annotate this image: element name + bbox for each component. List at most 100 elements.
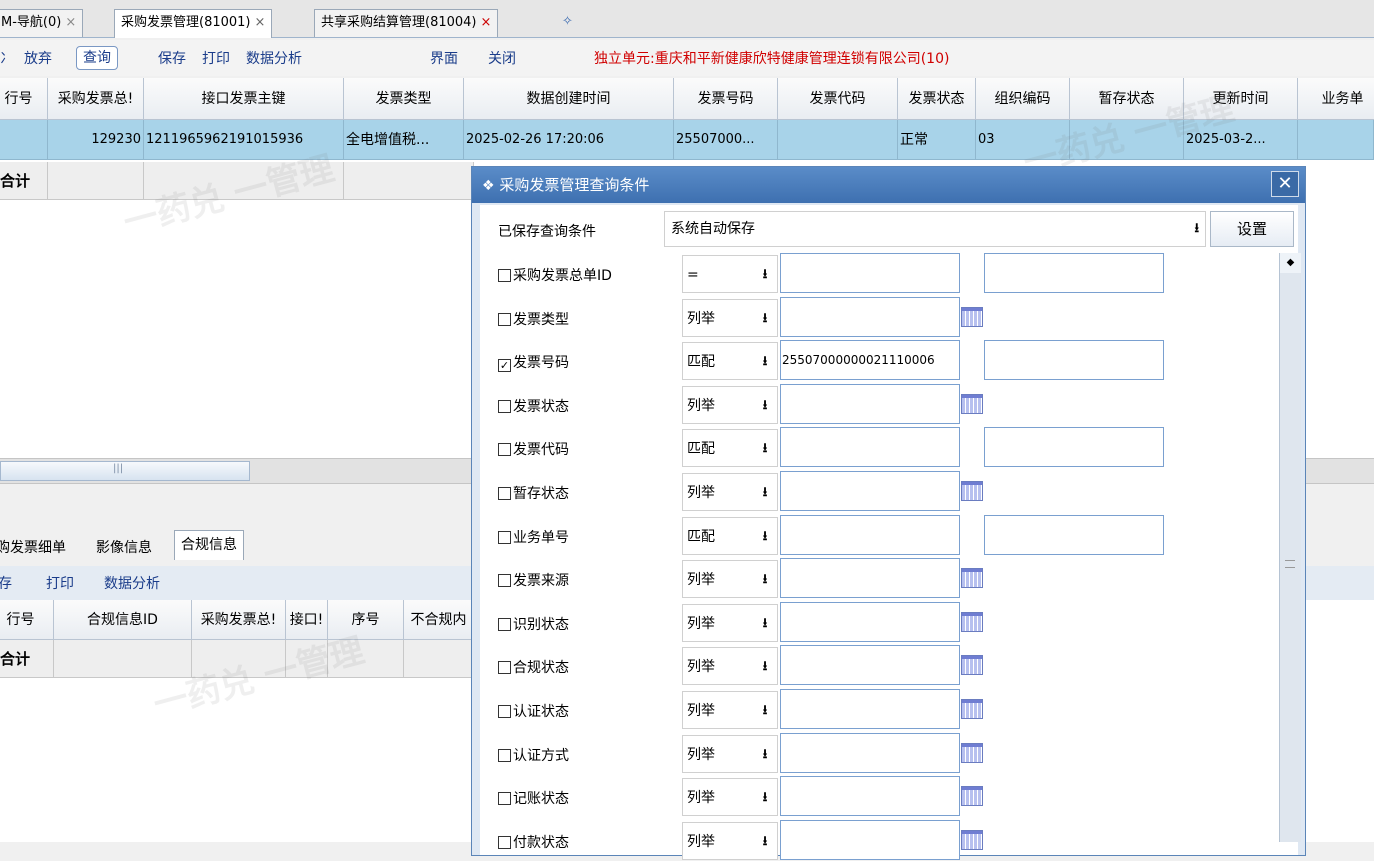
picker-grid-icon[interactable] bbox=[961, 481, 983, 501]
checkbox-icon[interactable] bbox=[498, 705, 511, 718]
checkbox-icon[interactable] bbox=[498, 313, 511, 326]
operator-select[interactable]: 匹配 ⭳ bbox=[682, 517, 778, 555]
checkbox-icon[interactable] bbox=[498, 574, 511, 587]
condition-checkbox-label[interactable]: 采购发票总单ID bbox=[498, 265, 612, 285]
checkbox-icon[interactable] bbox=[498, 792, 511, 805]
condition-checkbox-label[interactable]: 合规状态 bbox=[498, 657, 569, 677]
dropdown-arrow-icon[interactable]: ⭳ bbox=[755, 692, 775, 730]
condition-range-input[interactable] bbox=[984, 340, 1164, 380]
checkbox-icon[interactable] bbox=[498, 836, 511, 849]
column-header[interactable]: 数据创建时间 bbox=[464, 78, 674, 120]
column-header[interactable]: 组织编码 bbox=[976, 78, 1070, 120]
operator-select[interactable]: 列举 ⭳ bbox=[682, 822, 778, 860]
picker-grid-icon[interactable] bbox=[961, 655, 983, 675]
column-header[interactable]: 合规信息ID bbox=[54, 600, 192, 640]
column-header[interactable]: 不合规内 bbox=[404, 600, 474, 640]
condition-value-input[interactable] bbox=[780, 820, 960, 860]
tab-image-info[interactable]: 影像信息 bbox=[96, 534, 152, 564]
condition-checkbox-label[interactable]: 发票类型 bbox=[498, 309, 569, 329]
condition-range-input[interactable] bbox=[984, 515, 1164, 555]
condition-checkbox-label[interactable]: 付款状态 bbox=[498, 832, 569, 852]
tab-purchase-invoice[interactable]: 采购发票管理(81001) × bbox=[114, 9, 273, 38]
condition-checkbox-label[interactable]: 发票代码 bbox=[498, 439, 569, 459]
condition-checkbox-label[interactable]: ✓ 发票号码 bbox=[498, 352, 569, 372]
column-header[interactable]: 发票状态 bbox=[898, 78, 976, 120]
dropdown-arrow-icon[interactable]: ⭳ bbox=[755, 561, 775, 599]
picker-grid-icon[interactable] bbox=[961, 307, 983, 327]
abandon-button[interactable]: 放弃 bbox=[24, 48, 52, 68]
picker-grid-icon[interactable] bbox=[961, 612, 983, 632]
toolbar-edge-button[interactable]: 冫 bbox=[0, 48, 14, 68]
dropdown-arrow-icon[interactable]: ⭳ bbox=[755, 256, 775, 294]
operator-select[interactable]: 列举 ⭳ bbox=[682, 473, 778, 511]
operator-select[interactable]: 匹配 ⭳ bbox=[682, 342, 778, 380]
dropdown-arrow-icon[interactable]: ⭳ bbox=[755, 736, 775, 774]
condition-checkbox-label[interactable]: 暂存状态 bbox=[498, 483, 569, 503]
condition-value-input[interactable] bbox=[780, 776, 960, 816]
save-button[interactable]: 保存 bbox=[158, 48, 186, 68]
tab-add-icon[interactable]: ✧ bbox=[556, 9, 579, 37]
operator-select[interactable]: 列举 ⭳ bbox=[682, 299, 778, 337]
dropdown-arrow-icon[interactable]: ⭳ bbox=[755, 343, 775, 381]
close-icon[interactable]: × bbox=[65, 15, 76, 30]
picker-grid-icon[interactable] bbox=[961, 394, 983, 414]
query-button[interactable]: 查询 bbox=[76, 46, 118, 70]
close-icon[interactable]: × bbox=[255, 15, 266, 30]
dropdown-arrow-icon[interactable]: ⭳ bbox=[755, 779, 775, 817]
operator-select[interactable]: 列举 ⭳ bbox=[682, 691, 778, 729]
checkbox-icon[interactable] bbox=[498, 661, 511, 674]
condition-value-input[interactable] bbox=[780, 384, 960, 424]
save-button[interactable]: 存 bbox=[0, 573, 12, 593]
vertical-scrollbar[interactable]: ◆ bbox=[1279, 253, 1301, 842]
condition-range-input[interactable] bbox=[984, 253, 1164, 293]
data-analysis-button[interactable]: 数据分析 bbox=[104, 573, 160, 593]
close-icon[interactable]: × bbox=[481, 15, 492, 30]
checkbox-icon[interactable] bbox=[498, 618, 511, 631]
column-header[interactable]: 发票代码 bbox=[778, 78, 898, 120]
interface-button[interactable]: 界面 bbox=[430, 48, 458, 68]
data-analysis-button[interactable]: 数据分析 bbox=[246, 48, 302, 68]
checkbox-icon[interactable] bbox=[498, 400, 511, 413]
condition-range-input[interactable] bbox=[984, 427, 1164, 467]
column-header[interactable]: 接口! bbox=[286, 600, 328, 640]
condition-checkbox-label[interactable]: 发票来源 bbox=[498, 570, 569, 590]
dropdown-arrow-icon[interactable]: ⭳ bbox=[755, 518, 775, 556]
condition-checkbox-label[interactable]: 记账状态 bbox=[498, 788, 569, 808]
saved-conditions-select[interactable]: 系统自动保存 ⭳ bbox=[664, 211, 1206, 247]
operator-select[interactable]: 列举 ⭳ bbox=[682, 735, 778, 773]
condition-value-input[interactable] bbox=[780, 471, 960, 511]
picker-grid-icon[interactable] bbox=[961, 743, 983, 763]
condition-value-input[interactable] bbox=[780, 253, 960, 293]
condition-value-input[interactable] bbox=[780, 558, 960, 598]
checkbox-icon[interactable] bbox=[498, 487, 511, 500]
operator-select[interactable]: 列举 ⭳ bbox=[682, 778, 778, 816]
print-button[interactable]: 打印 bbox=[46, 573, 74, 593]
tab-navigation[interactable]: M-导航(0) × bbox=[0, 9, 84, 37]
dropdown-arrow-icon[interactable]: ⭳ bbox=[755, 823, 775, 861]
condition-value-input[interactable] bbox=[780, 602, 960, 642]
checkbox-checked-icon[interactable]: ✓ bbox=[498, 359, 511, 372]
column-header[interactable]: 业务单 bbox=[1298, 78, 1374, 120]
checkbox-icon[interactable] bbox=[498, 269, 511, 282]
condition-value-input[interactable] bbox=[780, 515, 960, 555]
column-header[interactable]: 发票类型 bbox=[344, 78, 464, 120]
checkbox-icon[interactable] bbox=[498, 749, 511, 762]
condition-checkbox-label[interactable]: 识别状态 bbox=[498, 614, 569, 634]
condition-value-input[interactable]: 25507000000021110006 bbox=[780, 340, 960, 380]
condition-value-input[interactable] bbox=[780, 689, 960, 729]
picker-grid-icon[interactable] bbox=[961, 568, 983, 588]
picker-grid-icon[interactable] bbox=[961, 699, 983, 719]
operator-select[interactable]: 匹配 ⭳ bbox=[682, 429, 778, 467]
tab-invoice-detail[interactable]: 购发票细单 bbox=[0, 534, 66, 564]
settings-button[interactable]: 设置 bbox=[1210, 211, 1294, 247]
operator-select[interactable]: 列举 ⭳ bbox=[682, 647, 778, 685]
condition-value-input[interactable] bbox=[780, 733, 960, 773]
dropdown-arrow-icon[interactable]: ⭳ bbox=[755, 387, 775, 425]
dropdown-arrow-icon[interactable]: ⭳ bbox=[755, 430, 775, 468]
column-header[interactable]: 暂存状态 bbox=[1070, 78, 1184, 120]
dropdown-arrow-icon[interactable]: ⭳ bbox=[755, 300, 775, 338]
column-header[interactable]: 行号 bbox=[0, 78, 48, 120]
condition-checkbox-label[interactable]: 发票状态 bbox=[498, 396, 569, 416]
operator-select[interactable]: 列举 ⭳ bbox=[682, 604, 778, 642]
operator-select[interactable]: = ⭳ bbox=[682, 255, 778, 293]
